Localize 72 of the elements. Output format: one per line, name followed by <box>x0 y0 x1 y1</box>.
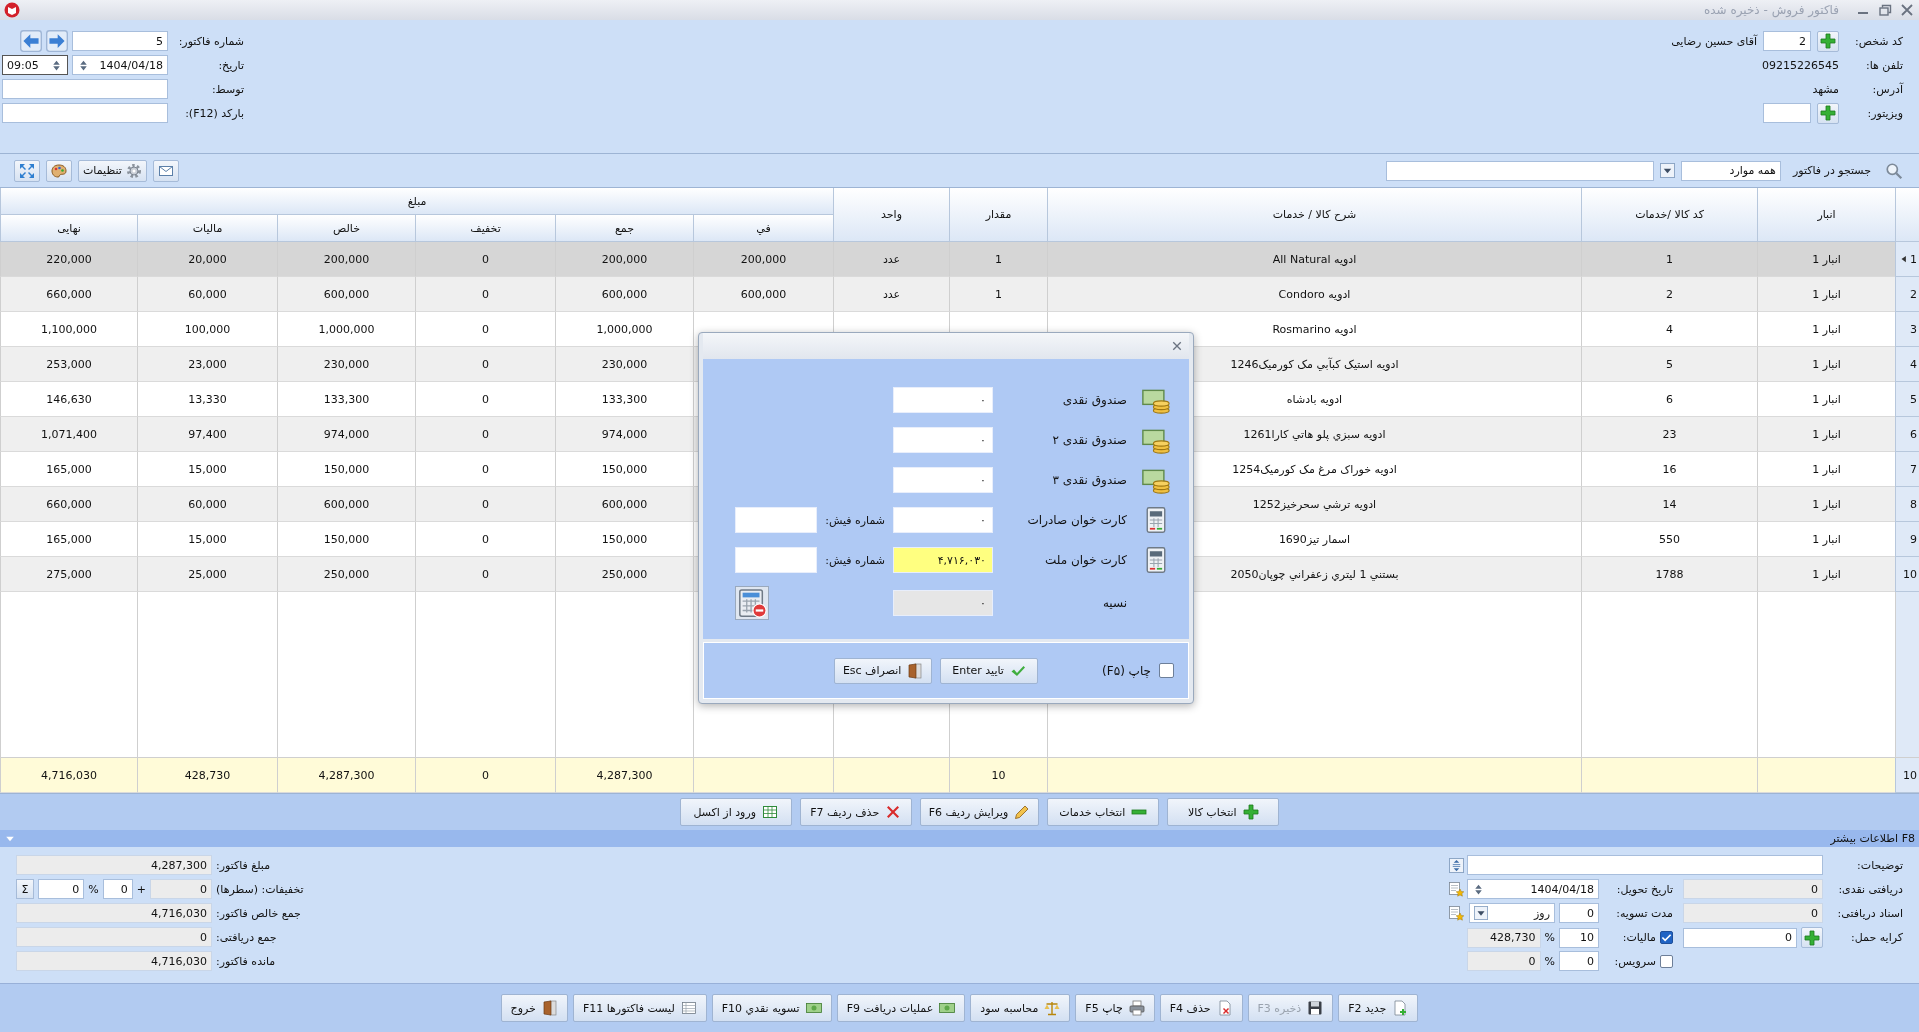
phone-number: 09215226545 <box>1762 58 1839 72</box>
column-group-header: مبلغ <box>0 188 833 215</box>
total-cell: 4,287,300 <box>555 758 693 793</box>
field-label: تخفیفات: (سطرها) <box>216 882 305 896</box>
field-label: توضیحات: <box>1856 858 1903 872</box>
tax-amount-field: 428,730 <box>1467 927 1541 948</box>
total-cell: 4,287,300 <box>277 758 415 793</box>
table-cell: 275,000 <box>0 557 137 592</box>
table-cell: انبار 1 <box>1757 557 1895 592</box>
percent-sign: % <box>88 882 99 896</box>
field-label: تلفن ها: <box>1865 58 1903 72</box>
field-label: تاریخ: <box>217 58 244 72</box>
field-label: مبلغ فاکتور: <box>216 858 272 872</box>
field-label: جمع خالص فاکتور: <box>216 906 302 920</box>
row-number: 4 <box>1910 357 1917 371</box>
receipt-label: شماره فیش: <box>824 513 886 527</box>
field-label: مالیات: <box>1622 931 1656 944</box>
table-cell: 250,000 <box>555 557 693 592</box>
row-count: 10 <box>1903 768 1917 782</box>
row-number: 7 <box>1910 462 1917 476</box>
payment-label: نسیه <box>1101 596 1128 610</box>
payment-label: صندوق نقدی ۲ <box>1051 433 1128 447</box>
receipt-label: شماره فیش: <box>824 553 886 567</box>
field-label: مدت تسویه: <box>1615 906 1673 920</box>
field-label: بارکد (F12): <box>184 106 244 120</box>
field-label: تاریخ تحویل: <box>1615 882 1673 896</box>
field-label: شماره فاکتور: <box>177 34 244 48</box>
percent-sign: % <box>1544 954 1555 968</box>
field-label: اسناد دریافتی: <box>1836 906 1903 920</box>
field-label: سرویس: <box>1614 954 1656 968</box>
more-info-title: F8 اطلاعات بیشتر <box>1830 832 1915 845</box>
row-number: 10 <box>1903 567 1917 581</box>
amount-field: 4,716,030 <box>16 951 212 971</box>
field-label: کد شخص: <box>1854 34 1903 48</box>
field-label: توسط: <box>210 82 244 96</box>
row-number: 3 <box>1910 322 1917 336</box>
total-cell: 0 <box>415 758 555 793</box>
plus-sign: + <box>136 882 146 896</box>
field-label: جمع دریافتی: <box>216 930 278 944</box>
row-number: 1 <box>1910 252 1917 266</box>
cash-received-field: 0 <box>1683 879 1823 899</box>
table-cell: 0 <box>415 557 555 592</box>
table-cell: 1788 <box>1581 557 1757 592</box>
row-number: 9 <box>1910 532 1917 546</box>
row-number: 6 <box>1910 427 1917 441</box>
amount-field: 4,716,030 <box>16 903 212 923</box>
amount-field: 4,287,300 <box>16 855 212 875</box>
field-label: آدرس: <box>1871 82 1903 96</box>
row-number: 2 <box>1910 287 1917 301</box>
table-cell: 25,000 <box>137 557 277 592</box>
total-cell: 4,716,030 <box>0 758 137 793</box>
field-label: مانده فاکتور: <box>216 954 277 968</box>
field-label: ویزیتور: <box>1866 106 1903 120</box>
checkbox-label: چاپ (F۵) <box>1102 663 1151 678</box>
table-cell: 250,000 <box>277 557 415 592</box>
address-text: مشهد <box>1812 82 1839 96</box>
percent-sign: % <box>1544 931 1555 944</box>
row-number: 8 <box>1910 497 1917 511</box>
row-discount-field: 0 <box>150 879 212 899</box>
service-amount-field: 0 <box>1467 951 1541 971</box>
person-name: آقای حسین رضایی <box>1671 34 1757 48</box>
window-title: فاکتور فروش - ذخیره شده <box>1703 3 1839 17</box>
search-label: جستجو در فاکتور <box>1792 164 1871 177</box>
documents-field: 0 <box>1683 903 1823 923</box>
row-number: 5 <box>1910 392 1917 406</box>
total-cell: 428,730 <box>137 758 277 793</box>
payment-label: صندوق نقدی <box>1061 393 1128 407</box>
field-label: کرایه حمل: <box>1850 931 1903 944</box>
field-label: دریافتی نقدی: <box>1837 882 1903 896</box>
amount-field: 0 <box>16 927 212 947</box>
total-cell: 10 <box>949 758 1047 793</box>
payment-label: صندوق نقدی ۳ <box>1051 473 1128 487</box>
